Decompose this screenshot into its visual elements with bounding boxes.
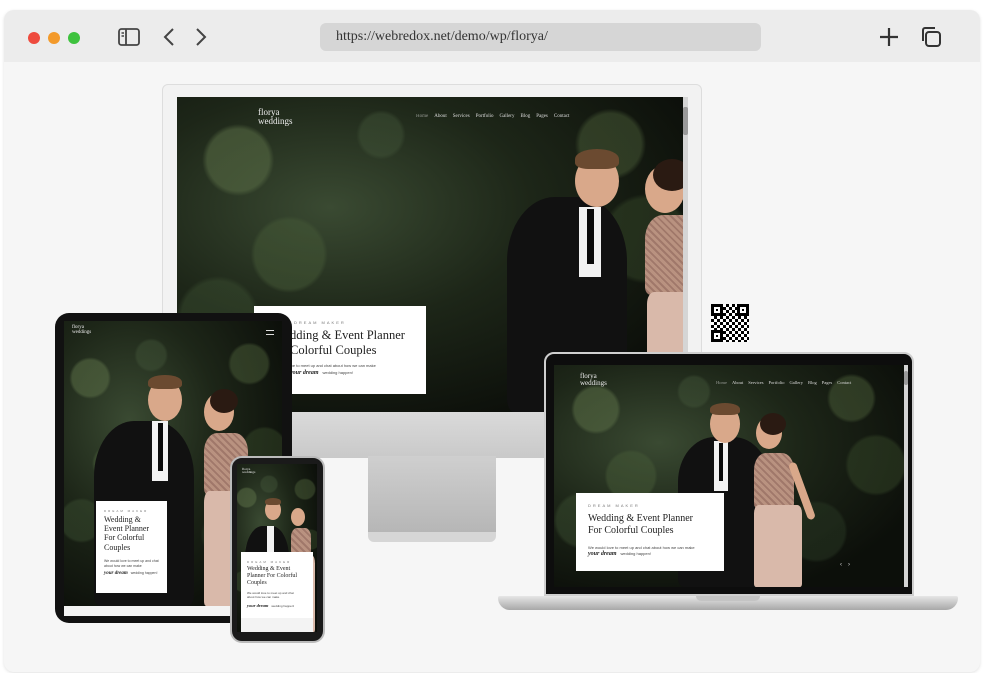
hero-text: we to meet up and chat about how we can …	[290, 363, 376, 368]
slider-arrows: ‹ ›	[840, 562, 850, 568]
nav-portfolio[interactable]: Portfolio	[769, 380, 785, 385]
arrow-right-icon[interactable]: ›	[848, 562, 850, 568]
hero-text-line2: about how we can make	[247, 594, 280, 599]
hero-eyebrow: DREAM MAKER	[247, 560, 292, 564]
nav-home[interactable]: Home	[416, 114, 428, 119]
maximize-window-button[interactable]	[68, 32, 80, 44]
hero-script: your dream	[588, 551, 617, 557]
imac-logo[interactable]: florya weddings	[258, 108, 293, 125]
laptop-logo[interactable]: florya weddings	[580, 373, 607, 386]
hero-eyebrow: DREAM MAKER	[104, 509, 149, 513]
hero-text: We would love to meet up and chat about …	[104, 559, 159, 568]
hero-text: We would love to meet up and chat about …	[588, 545, 695, 550]
browser-toolbar: https://webredox.net/demo/wp/florya/	[4, 10, 980, 62]
nav-blog[interactable]: Blog	[520, 114, 530, 119]
logo-line2: weddings	[72, 329, 92, 335]
nav-about[interactable]: About	[434, 114, 447, 119]
phone-bottom-bar	[241, 618, 313, 632]
imac-base	[368, 532, 496, 542]
laptop-scroll-thumb[interactable]	[904, 371, 908, 385]
hero-script: your dream	[104, 571, 128, 576]
hero-title-line1: dding & Event Planner	[290, 328, 405, 342]
nav-contact[interactable]: Contact	[837, 380, 851, 385]
hero-tail: wedding happen!	[620, 551, 651, 556]
logo-line2: weddings	[242, 470, 256, 475]
laptop-scrollbar[interactable]	[904, 365, 908, 587]
imac-stand	[368, 456, 496, 536]
nav-blog[interactable]: Blog	[808, 380, 817, 385]
nav-gallery[interactable]: Gallery	[790, 380, 804, 385]
hero-text: We would love to meet up and chat about …	[247, 591, 294, 600]
chevron-right-icon[interactable]	[188, 24, 214, 50]
sidebar-icon[interactable]	[116, 24, 142, 50]
logo-line2: weddings	[580, 378, 607, 387]
phone-hero-card: DREAM MAKER Wedding & Event Planner For …	[241, 552, 313, 618]
nav-pages[interactable]: Pages	[536, 114, 548, 119]
nav-about[interactable]: About	[732, 380, 743, 385]
hero-eyebrow: DREAM MAKER	[294, 320, 346, 325]
hero-text-line1: We would love to meet up and chat	[104, 559, 159, 563]
hero-title-line1: Wedding & Event	[247, 566, 291, 572]
hero-title-line2: Colorful Couples	[290, 343, 377, 357]
hero-title-line2: Event Planner	[104, 524, 150, 534]
nav-portfolio[interactable]: Portfolio	[476, 114, 494, 119]
imac-nav: Home About Services Portfolio Gallery Bl…	[416, 114, 569, 119]
hero-tail: wedding happen!	[322, 370, 353, 375]
phone-logo[interactable]: florya weddings	[242, 467, 256, 475]
nav-services[interactable]: Services	[748, 380, 763, 385]
hero-title-line1: Wedding &	[104, 515, 141, 524]
nav-contact[interactable]: Contact	[554, 114, 570, 119]
laptop-notch	[696, 596, 760, 601]
plus-icon[interactable]	[876, 24, 902, 50]
url-text: https://webredox.net/demo/wp/florya/	[336, 29, 548, 44]
address-bar[interactable]: https://webredox.net/demo/wp/florya/	[320, 23, 761, 51]
hero-tail: wedding happen!	[271, 604, 295, 608]
logo-line2: weddings	[258, 115, 293, 126]
laptop-hero-card: DREAM MAKER Wedding & Event Planner For …	[576, 493, 724, 571]
tablet-logo[interactable]: florya weddings	[72, 325, 92, 336]
hero-title: Wedding & Event Planner For Colorful Cou…	[588, 513, 693, 536]
imac-scroll-thumb[interactable]	[683, 107, 688, 135]
hero-tail: wedding happen!	[130, 571, 158, 575]
hero-title: Wedding & Event Planner For Colorful Cou…	[104, 515, 149, 552]
hero-title-line4: Couples	[104, 542, 131, 552]
arrow-left-icon[interactable]: ‹	[840, 562, 842, 568]
nav-home[interactable]: Home	[716, 380, 727, 385]
hero-title-line3: Couples	[247, 579, 267, 586]
hero-title: Wedding & Event Planner For Colorful Cou…	[247, 566, 297, 587]
chevron-left-icon[interactable]	[156, 24, 182, 50]
hero-script: your dream	[290, 370, 319, 376]
minimize-window-button[interactable]	[48, 32, 60, 44]
tablet-hero-card: DREAM MAKER Wedding & Event Planner For …	[96, 501, 167, 593]
hero-title-line2: For Colorful Couples	[588, 524, 674, 536]
nav-pages[interactable]: Pages	[822, 380, 833, 385]
close-window-button[interactable]	[28, 32, 40, 44]
hero-text-line2: about how we can make	[104, 563, 142, 568]
qr-code-icon	[711, 304, 749, 342]
laptop-nav: Home About Services Portfolio Gallery Bl…	[716, 380, 851, 385]
copy-icon[interactable]	[918, 24, 944, 50]
hero-eyebrow: DREAM MAKER	[588, 503, 640, 508]
hero-title-line3: For Colorful	[104, 533, 145, 543]
hero-title-line1: Wedding & Event Planner	[588, 513, 694, 524]
nav-gallery[interactable]: Gallery	[499, 114, 514, 119]
hamburger-menu-icon[interactable]	[266, 330, 274, 335]
hero-title-line2: Planner For Colorful	[247, 572, 297, 579]
hero-script: your dream	[247, 603, 269, 608]
nav-services[interactable]: Services	[453, 114, 470, 119]
